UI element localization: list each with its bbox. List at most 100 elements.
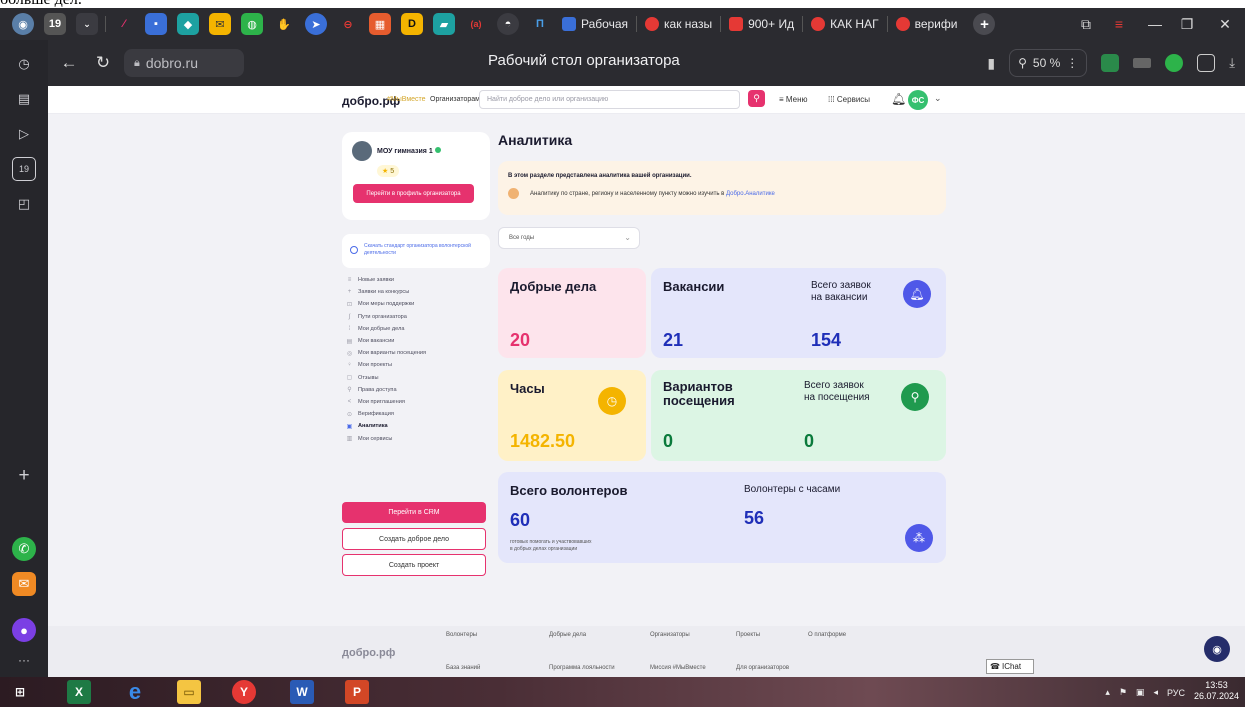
word-icon[interactable]: W <box>290 680 314 704</box>
analytics-link[interactable]: Добро.Аналитике <box>726 191 775 197</box>
menu-item-verification[interactable]: ⊙ Верификация <box>342 408 492 420</box>
tab-4[interactable]: КАК НАГ <box>805 12 885 36</box>
yandex-browser-icon[interactable]: Y <box>232 680 256 704</box>
windows-start-icon[interactable]: ⊞ <box>8 680 32 704</box>
notes-icon[interactable]: ▤ <box>12 87 36 111</box>
download-icon[interactable] <box>1165 54 1184 72</box>
pinned-tab-1-icon[interactable]: ⁄ <box>113 13 135 35</box>
extension-2-icon[interactable] <box>1133 58 1152 68</box>
pinned-tab-6-icon[interactable]: ⊖ <box>337 13 359 35</box>
browser-logo-icon[interactable]: ◉ <box>12 13 34 35</box>
pinned-tab-3-icon[interactable]: ✉ <box>209 13 231 35</box>
footer-link[interactable]: О платформе <box>808 632 846 638</box>
mail-app-icon[interactable]: ✉ <box>12 572 36 596</box>
screenshot-icon[interactable]: ◰ <box>12 192 36 216</box>
menu-item-access[interactable]: ⚲ Права доступа <box>342 384 492 396</box>
avatar[interactable]: ФС <box>908 90 928 110</box>
pinned-tab-7-icon[interactable]: ▦ <box>369 13 391 35</box>
create-deed-button[interactable]: Создать доброе дело <box>342 528 486 550</box>
year-select[interactable]: Все годы ⌄ <box>498 227 640 249</box>
notifications-icon[interactable]: ≡ <box>1104 8 1134 40</box>
menu-item-good-deeds[interactable]: ⁞ Мои добрые дела <box>342 323 492 335</box>
footer-link[interactable]: Миссия #МыВместе <box>650 665 706 671</box>
footer-link[interactable]: Проекты <box>736 632 760 638</box>
crm-button[interactable]: Перейти в CRM <box>342 502 486 523</box>
ichat-widget[interactable]: ☎ IChat <box>986 659 1034 674</box>
pinned-tab-11-icon[interactable]: ◓ <box>497 13 519 35</box>
pinned-tab-12-icon[interactable]: П <box>529 13 551 35</box>
clock[interactable]: 13:53 26.07.2024 <box>1194 680 1239 703</box>
footer-link[interactable]: Волонтеры <box>446 632 477 638</box>
pinned-tab-9-icon[interactable]: ▰ <box>433 13 455 35</box>
footer-link[interactable]: Программа лояльности <box>549 665 615 671</box>
restore-icon[interactable]: ❐ <box>1172 8 1202 40</box>
menu-item-vacancies[interactable]: ▤ Мои вакансии <box>342 335 492 347</box>
menu-item-invitations[interactable]: < Мои приглашения <box>342 396 492 408</box>
bell-icon[interactable]: 🔔︎ <box>891 92 906 106</box>
close-icon[interactable]: ✕ <box>1210 8 1240 40</box>
tabs-overview-icon[interactable]: ⧉ <box>1071 8 1101 40</box>
chevron-down-icon[interactable]: ⌄ <box>934 93 942 104</box>
volume-icon[interactable]: ◂ <box>1153 687 1158 698</box>
menu-item-paths[interactable]: ∫ Пути организатора <box>342 311 492 323</box>
menu-item-reviews[interactable]: ▢ Отзывы <box>342 372 492 384</box>
pinned-tab-2-icon[interactable]: ◆ <box>177 13 199 35</box>
network-icon[interactable]: ▣ <box>1136 687 1145 698</box>
tabs-dropdown-icon[interactable]: ⌄ <box>76 13 98 35</box>
footer-logo[interactable]: добро.рф <box>342 647 395 659</box>
menu-button[interactable]: ≡ Меню <box>779 95 808 104</box>
tab-5[interactable]: верифи <box>890 12 964 36</box>
language-indicator[interactable]: РУС <box>1167 688 1185 698</box>
play-icon[interactable]: ▷ <box>12 122 36 146</box>
back-icon[interactable]: ← <box>56 50 82 76</box>
file-explorer-icon[interactable]: ▭ <box>177 680 201 704</box>
minimize-icon[interactable]: — <box>1140 8 1170 40</box>
search-input[interactable]: Найти доброе дело или организацию <box>479 90 740 109</box>
calendar-icon[interactable]: 19 <box>12 157 36 181</box>
tab-3[interactable]: 900+ Ид <box>723 12 800 36</box>
create-project-button[interactable]: Создать проект <box>342 554 486 576</box>
tab-1[interactable]: Рабочая <box>556 12 634 36</box>
services-button[interactable]: ⁞⁞⁞ Сервисы <box>828 95 870 104</box>
powerpoint-icon[interactable]: P <box>345 680 369 704</box>
menu-item-projects[interactable]: ♀ Мои проекты <box>342 359 492 371</box>
menu-item-contests[interactable]: + Заявки на конкурсы <box>342 286 492 298</box>
pinned-tab-telegram-icon[interactable]: ➤ <box>305 13 327 35</box>
pinned-count-badge[interactable]: 19 <box>44 13 66 35</box>
menu-item-new-requests[interactable]: ≡ Новые заявки <box>342 274 492 286</box>
footer-link[interactable]: Добрые дела <box>549 632 586 638</box>
profile-button[interactable]: Перейти в профиль организатора <box>353 184 474 203</box>
bookmark-icon[interactable]: ▮ <box>987 55 995 72</box>
url-field[interactable]: 🔒︎ dobro.ru <box>124 49 244 77</box>
menu-item-services[interactable]: ▥ Мои сервисы <box>342 432 492 444</box>
menu-item-visits[interactable]: ◎ Мои варианты посещения <box>342 347 492 359</box>
alice-icon[interactable]: ● <box>12 618 36 642</box>
ie-icon[interactable]: e <box>123 679 147 704</box>
zoom-control[interactable]: ⚲ 50 % ⋮ <box>1009 49 1088 77</box>
whatsapp-icon[interactable]: ✆ <box>12 537 36 561</box>
menu-item-analytics[interactable]: ▣ Аналитика <box>342 420 492 432</box>
organizers-link[interactable]: Организаторам <box>430 96 480 103</box>
footer-link[interactable]: Организаторы <box>650 632 690 638</box>
downloads-icon[interactable]: ⤓ <box>1229 55 1235 71</box>
new-tab-plus-icon[interactable]: + <box>973 13 996 35</box>
extensions-icon[interactable] <box>1197 54 1216 72</box>
menu-item-support[interactable]: ⊡ Мои меры поддержки <box>342 298 492 310</box>
pinned-tab-8-icon[interactable]: D <box>401 13 423 35</box>
tab-2[interactable]: как назы <box>639 12 718 36</box>
more-icon[interactable]: ··· <box>12 648 36 672</box>
add-panel-icon[interactable]: + <box>12 464 36 488</box>
standard-download-link[interactable]: Скачать стандарт организатора волонтерск… <box>342 234 490 268</box>
excel-icon[interactable]: X <box>67 680 91 704</box>
search-button[interactable]: ⚲ <box>748 90 765 107</box>
reload-icon[interactable]: ↻ <box>90 50 116 76</box>
extension-1-icon[interactable] <box>1101 54 1120 72</box>
chat-bubble-icon[interactable]: ◉ <box>1204 636 1230 662</box>
pinned-tab-4-icon[interactable]: ◍ <box>241 13 263 35</box>
footer-link[interactable]: База знаний <box>446 665 480 671</box>
tray-arrow-icon[interactable]: ▴ <box>1105 687 1110 698</box>
tray-app-icon[interactable]: ⚑ <box>1119 687 1127 698</box>
pinned-tab-10-icon[interactable]: (a) <box>465 13 487 35</box>
footer-link[interactable]: Для организаторов <box>736 665 789 671</box>
history-icon[interactable]: ◷ <box>12 52 36 76</box>
